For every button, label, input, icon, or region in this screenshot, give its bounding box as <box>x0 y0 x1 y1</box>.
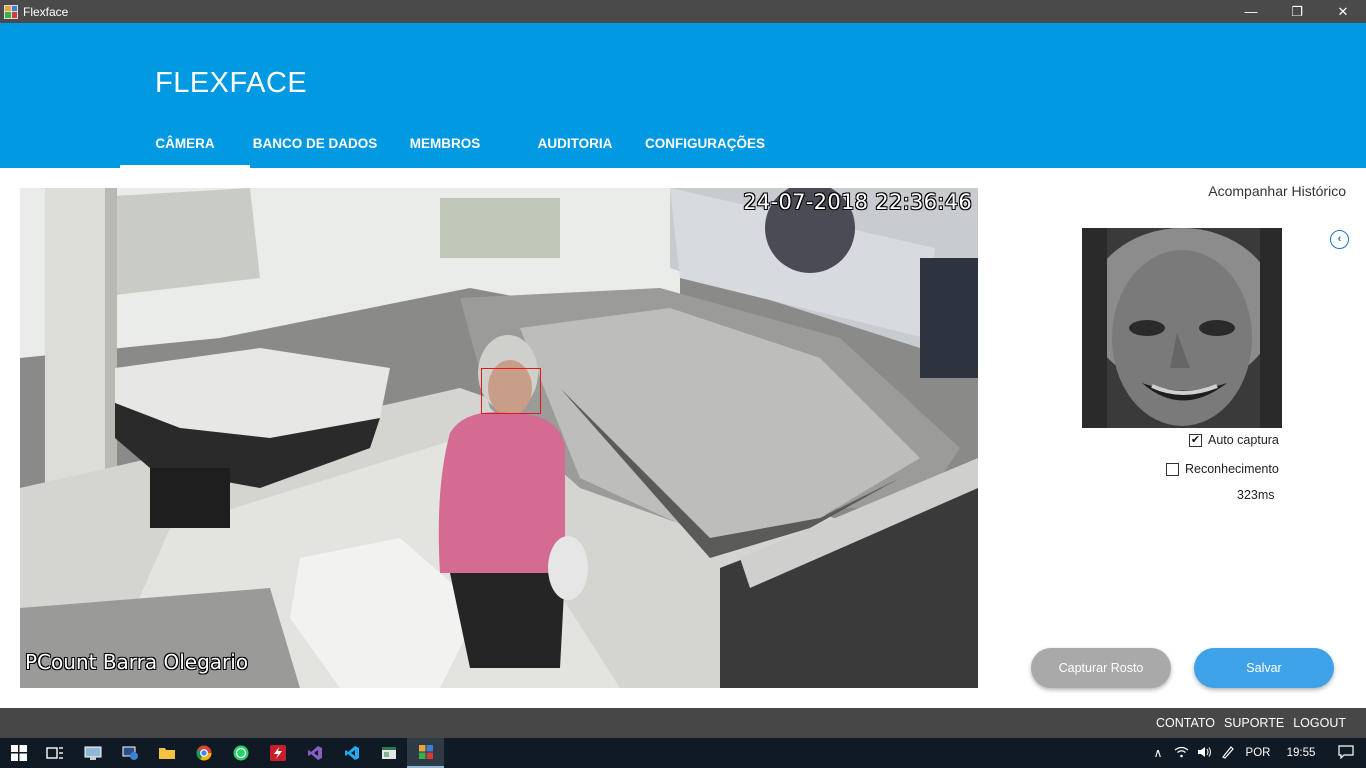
camera-feed: 24-07-2018 22:36:46 PCount Barra Olegari… <box>20 188 978 688</box>
face-detection-box <box>481 368 541 414</box>
tab-database[interactable]: BANCO DE DADOS <box>250 133 380 168</box>
window-title: Flexface <box>23 4 69 19</box>
network-app-icon[interactable] <box>111 738 148 768</box>
clock[interactable]: 19:55 <box>1276 747 1326 759</box>
camera-scene <box>20 188 978 688</box>
window-title-bar: Flexface — ❐ ✕ <box>0 0 1366 23</box>
vscode-icon[interactable] <box>333 738 370 768</box>
footer-link-logout[interactable]: LOGOUT <box>1293 716 1346 730</box>
remote-desktop-icon[interactable] <box>74 738 111 768</box>
auto-capture-checkbox[interactable]: ✔ Auto captura <box>1189 433 1279 447</box>
auto-capture-check-icon[interactable]: ✔ <box>1189 433 1202 447</box>
system-tray: ∧ POR 19:55 <box>1146 738 1366 768</box>
brand-title: FLEXFACE <box>155 67 308 99</box>
tab-members[interactable]: MEMBROS <box>380 133 510 168</box>
windows-start-icon[interactable] <box>0 738 37 768</box>
pen-ink-icon[interactable] <box>1216 745 1240 762</box>
chrome-icon[interactable] <box>185 738 222 768</box>
maximize-button[interactable]: ❐ <box>1274 0 1320 23</box>
app-header: FLEXFACE CÂMERA BANCO DE DADOS MEMBROS A… <box>0 23 1366 168</box>
chevron-left-icon[interactable]: ‹ <box>1330 230 1349 249</box>
app-footer: CONTATO SUPORTE LOGOUT <box>0 708 1366 738</box>
flexface-icon[interactable] <box>407 738 444 768</box>
minimize-button[interactable]: — <box>1228 0 1274 23</box>
captured-face-image <box>1082 228 1282 428</box>
language-indicator[interactable]: POR <box>1240 747 1276 759</box>
recognition-label: Reconhecimento <box>1185 462 1279 476</box>
wifi-icon[interactable] <box>1170 746 1192 761</box>
footer-link-contact[interactable]: CONTATO <box>1156 716 1215 730</box>
app-window-icon[interactable] <box>370 738 407 768</box>
tab-audit[interactable]: AUDITORIA <box>510 133 640 168</box>
show-hidden-icons-icon[interactable]: ∧ <box>1146 746 1170 760</box>
visual-studio-icon[interactable] <box>296 738 333 768</box>
recognition-check-icon[interactable] <box>1166 462 1179 476</box>
task-view-icon[interactable] <box>36 738 73 768</box>
tab-settings[interactable]: CONFIGURAÇÕES <box>640 133 770 168</box>
history-link[interactable]: Acompanhar Histórico <box>1208 183 1346 199</box>
file-explorer-icon[interactable] <box>148 738 185 768</box>
latency-readout: 323ms <box>1237 488 1275 502</box>
camera-label: PCount Barra Olegario <box>25 650 249 674</box>
recognition-checkbox[interactable]: Reconhecimento <box>1166 462 1279 476</box>
auto-capture-label: Auto captura <box>1208 433 1279 447</box>
whatsapp-icon[interactable] <box>222 738 259 768</box>
close-button[interactable]: ✕ <box>1320 0 1366 23</box>
footer-link-support[interactable]: SUPORTE <box>1224 716 1284 730</box>
windows-taskbar: ∧ POR 19:55 <box>0 738 1366 768</box>
camera-timestamp: 24-07-2018 22:36:46 <box>743 190 972 214</box>
flash-icon[interactable] <box>259 738 296 768</box>
capture-face-button[interactable]: Capturar Rosto <box>1031 648 1171 688</box>
tab-camera[interactable]: CÂMERA <box>120 133 250 168</box>
notifications-icon[interactable] <box>1326 744 1366 762</box>
flexface-app-icon <box>4 4 18 19</box>
save-button[interactable]: Salvar <box>1194 648 1334 688</box>
volume-icon[interactable] <box>1192 746 1216 761</box>
